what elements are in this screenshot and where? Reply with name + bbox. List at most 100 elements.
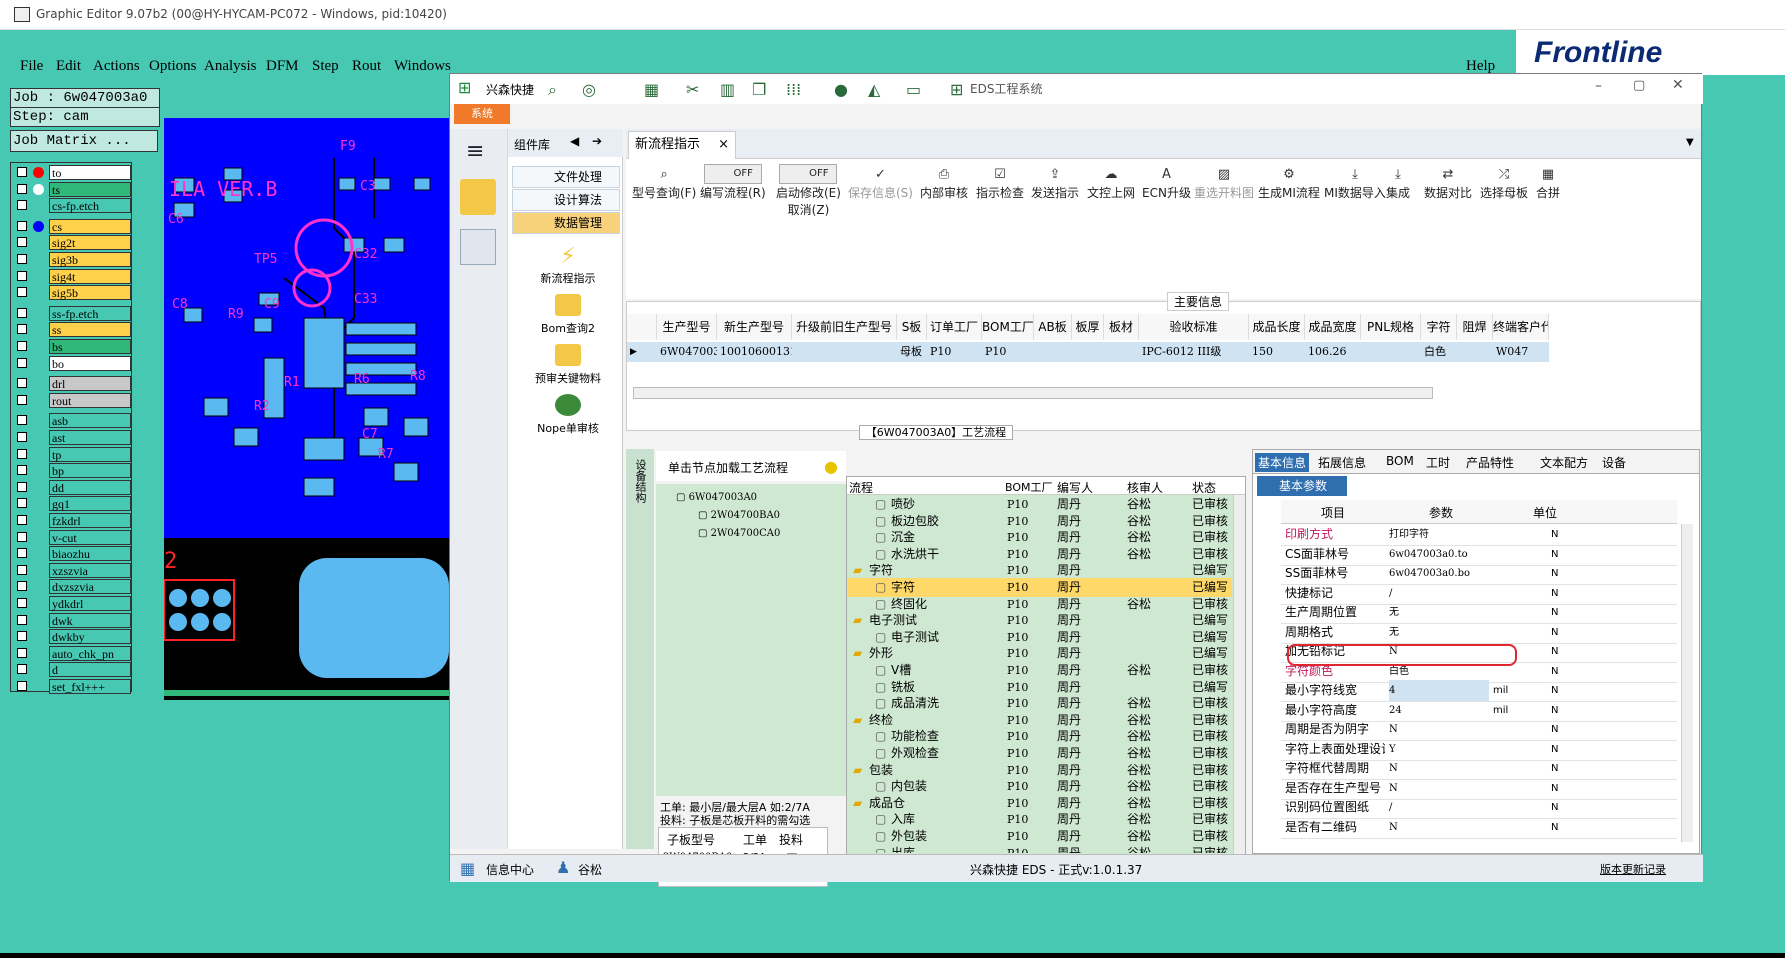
help-ring-icon[interactable]: ◎ <box>582 80 596 99</box>
layer-row[interactable]: dxzszvia <box>13 579 133 595</box>
layer-checkbox[interactable] <box>17 481 27 492</box>
tab-close-icon[interactable]: × <box>718 132 729 158</box>
yx-module-icon[interactable] <box>460 179 496 215</box>
layer-row[interactable]: sig3b <box>13 252 133 267</box>
grid-header[interactable]: 验收标准 <box>1139 314 1249 340</box>
layer-checkbox[interactable] <box>17 394 27 405</box>
grid-cell[interactable] <box>1361 342 1421 362</box>
menu-edit[interactable]: Edit <box>56 58 81 75</box>
menu-actions[interactable]: Actions <box>93 58 140 75</box>
prop-tab[interactable]: 基本信息 <box>1255 453 1310 472</box>
property-value[interactable]: N <box>1389 719 1489 740</box>
layer-checkbox[interactable] <box>17 432 27 442</box>
grid-header[interactable]: S板 <box>897 314 927 340</box>
grid-cell[interactable]: P10 <box>927 342 982 362</box>
grid-cell[interactable]: P10 <box>982 342 1034 362</box>
layer-checkbox[interactable] <box>17 598 27 608</box>
layer-row[interactable]: set_fxl+++ <box>13 679 133 694</box>
grid-cell[interactable]: IPC-6012 III级 <box>1139 342 1249 362</box>
layer-checkbox[interactable] <box>17 237 27 248</box>
layer-row[interactable]: ast <box>13 430 133 445</box>
menu-options[interactable]: Options <box>149 58 197 75</box>
grid-cell[interactable]: 白色 <box>1421 342 1457 362</box>
scissors-icon[interactable]: ✂ <box>686 80 699 99</box>
monitor-icon[interactable]: ▭ <box>906 80 921 99</box>
layer-row[interactable]: ts <box>13 181 133 197</box>
version-history-link[interactable]: 版本更新记录 <box>1600 861 1666 877</box>
layer-row[interactable]: d <box>13 662 133 678</box>
layer-row[interactable]: biaozhu <box>13 546 133 562</box>
layer-row[interactable]: ydkdrl <box>13 596 133 611</box>
grid-header[interactable]: 成品宽度 <box>1305 314 1361 340</box>
comp-data-management[interactable]: 数据管理 <box>512 212 620 234</box>
layer-checkbox[interactable] <box>17 581 27 592</box>
save-info-button[interactable]: ✓ 保存信息(S) <box>848 167 913 201</box>
grid-cell[interactable] <box>1104 342 1139 362</box>
layer-row[interactable]: cs <box>13 218 133 234</box>
layer-checkbox[interactable] <box>17 287 27 298</box>
prop-tab[interactable]: 设备 <box>1599 453 1629 472</box>
copy-icon[interactable]: ❐ <box>752 80 766 99</box>
layer-checkbox[interactable] <box>17 307 27 318</box>
edit-flow-button[interactable]: OFF 编写流程(R) <box>700 164 766 201</box>
tab-dropdown-icon[interactable]: ▼ <box>1686 137 1694 148</box>
start-modify-button[interactable]: OFF 启动修改(E) 取消(Z) <box>776 164 841 218</box>
send-instruction-button[interactable]: ⇪ 发送指示 <box>1031 167 1079 201</box>
grid-cell[interactable] <box>1457 342 1493 362</box>
collapse-icon[interactable]: ◀ <box>570 134 579 148</box>
ecn-upgrade-button[interactable]: A ECN升级 <box>1142 167 1191 201</box>
select-master-button[interactable]: ⤮ 选择母板 <box>1480 167 1528 201</box>
layer-row[interactable]: v-cut <box>13 529 133 545</box>
calc-module-icon[interactable] <box>460 229 496 265</box>
layer-checkbox[interactable] <box>17 448 27 459</box>
property-value[interactable]: 24 <box>1389 700 1489 721</box>
layer-checkbox[interactable] <box>17 647 27 658</box>
sequence-tab[interactable]: 设备结构 <box>626 449 654 849</box>
layer-row[interactable]: dwkby <box>13 629 133 645</box>
model-query-button[interactable]: ⌕ 型号查询(F) <box>632 167 696 201</box>
prereview-item[interactable]: 预审关键物料 <box>518 344 618 386</box>
prop-tab[interactable]: BOM <box>1383 453 1417 469</box>
prop-tab[interactable]: 文本配方 <box>1537 453 1591 472</box>
grid-cell[interactable]: 6W047003A0 <box>657 342 717 362</box>
grid-header[interactable]: 新生产型号 <box>717 314 792 340</box>
grid-cell[interactable] <box>792 342 897 362</box>
property-value[interactable]: Y <box>1389 739 1489 760</box>
property-value[interactable]: N <box>1389 758 1489 779</box>
property-value[interactable]: 无 <box>1389 622 1489 643</box>
property-row[interactable]: 是否有二维码 N N <box>1281 817 1677 839</box>
nope-review-item[interactable]: Nope单审核 <box>518 394 618 436</box>
property-value[interactable]: 6w047003a0.bo <box>1389 563 1489 584</box>
layer-row[interactable]: sig2t <box>13 235 133 251</box>
prop-tab[interactable]: 工时 <box>1423 453 1453 472</box>
tab-new-flow[interactable]: 新流程指示 × <box>628 131 736 159</box>
close-button[interactable]: ✕ <box>1672 77 1684 93</box>
layer-checkbox[interactable] <box>17 681 27 691</box>
hamburger-icon[interactable]: ≡ <box>466 139 484 164</box>
grid-header[interactable]: 板材 <box>1104 314 1139 340</box>
layer-row[interactable]: bo <box>13 355 133 371</box>
new-flow-item[interactable]: ⚡ 新流程指示 <box>518 244 618 286</box>
grid-cell[interactable] <box>1072 342 1104 362</box>
grid-cell[interactable]: 150 <box>1249 342 1305 362</box>
layer-checkbox[interactable] <box>17 631 27 642</box>
search-icon[interactable]: ⌕ <box>548 80 557 100</box>
generate-mi-button[interactable]: ⚙ 生成MI流程 <box>1258 167 1320 201</box>
layer-row[interactable]: xzszvia <box>13 562 133 578</box>
layer-checkbox[interactable] <box>17 614 27 625</box>
layer-row[interactable]: auto_chk_pn <box>13 645 133 661</box>
info-center-link[interactable]: 信息中心 <box>486 861 534 878</box>
layer-checkbox[interactable] <box>17 564 27 575</box>
menu-file[interactable]: File <box>20 58 43 75</box>
layer-checkbox[interactable] <box>17 531 27 542</box>
layer-row[interactable]: rout <box>13 392 133 408</box>
tree-node-root[interactable]: ▢ 6W047003A0 <box>676 492 757 503</box>
menu-dfm[interactable]: DFM <box>266 58 299 75</box>
apps-icon[interactable]: ⁞⁞⁞ <box>786 80 801 99</box>
menu-analysis[interactable]: Analysis <box>204 58 257 75</box>
user-icon[interactable]: ● <box>834 80 848 99</box>
menu-step[interactable]: Step <box>312 58 339 75</box>
grid-cell[interactable]: 母板 <box>897 342 927 362</box>
layer-checkbox[interactable] <box>17 270 27 281</box>
layer-checkbox[interactable] <box>17 415 27 426</box>
